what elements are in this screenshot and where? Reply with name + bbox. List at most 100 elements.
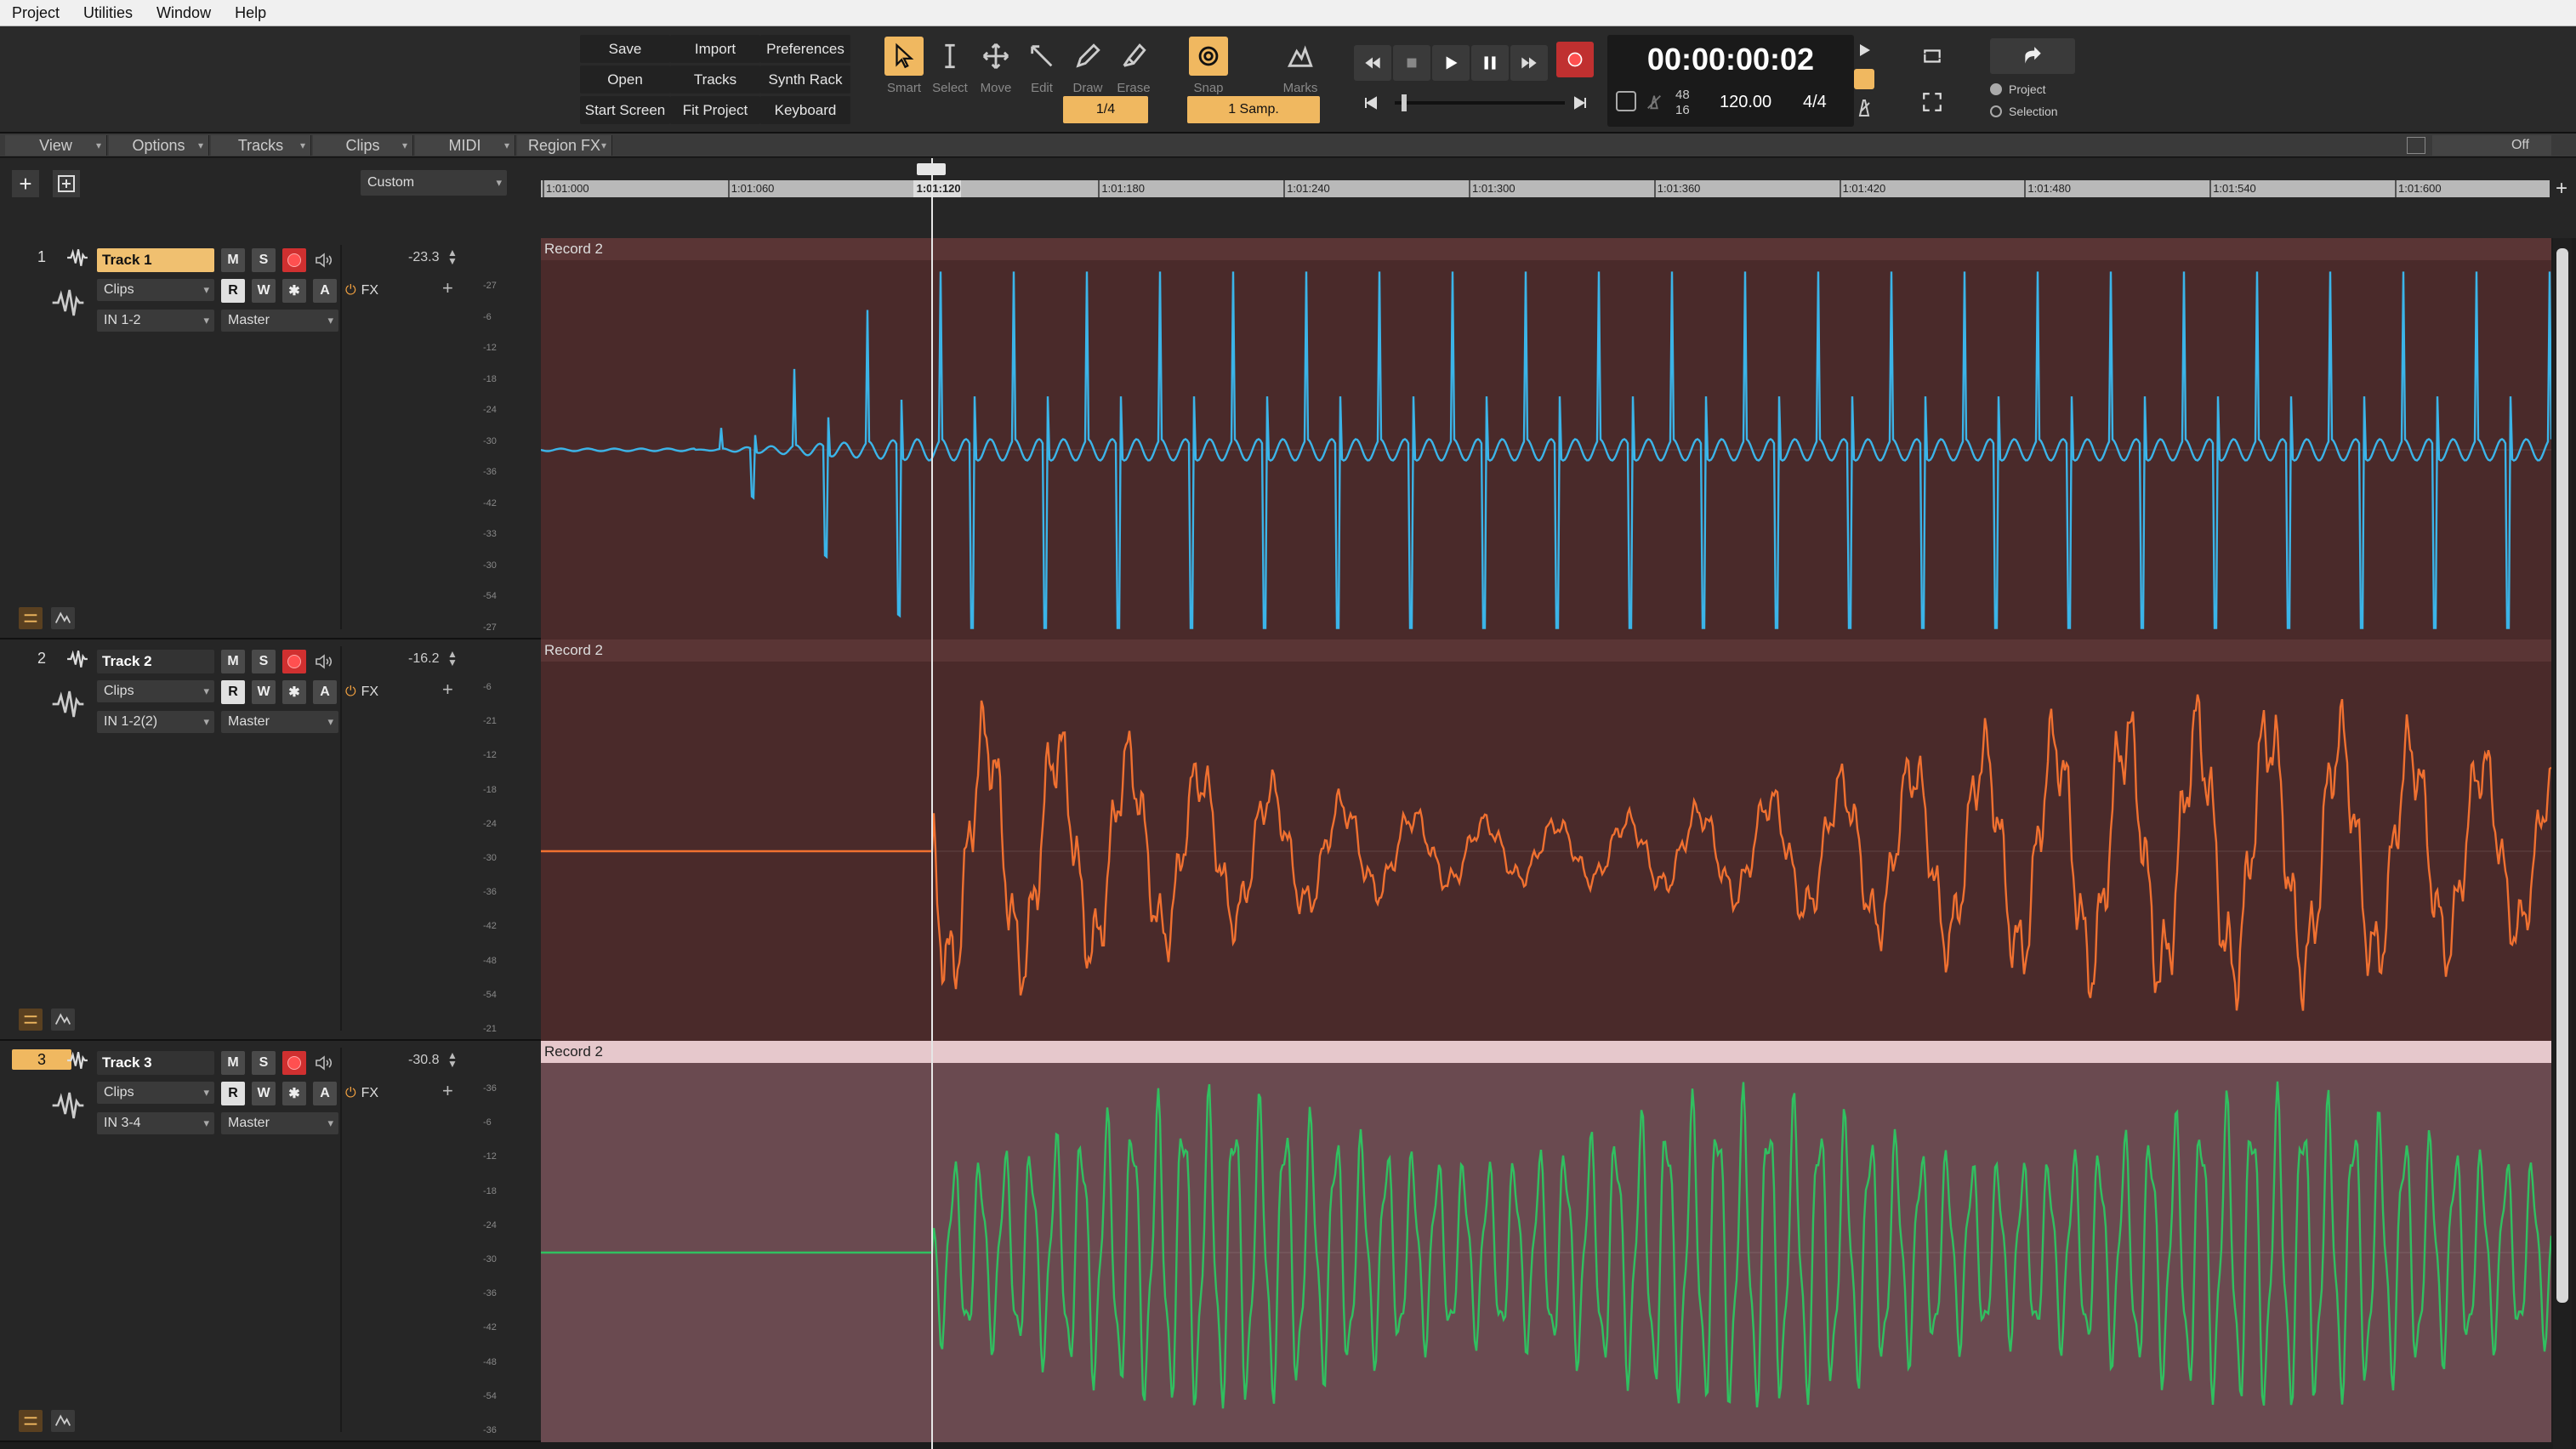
menu-help[interactable]: Help — [223, 0, 278, 26]
clip[interactable]: Record 2 — [541, 639, 2551, 1041]
rewind-button[interactable] — [1354, 45, 1391, 81]
menu-utilities[interactable]: Utilities — [71, 0, 145, 26]
clip[interactable]: Record 2 — [541, 238, 2551, 639]
start-screen-button[interactable]: Start Screen — [580, 96, 670, 124]
track-name-field[interactable]: Track 3 — [97, 1051, 214, 1075]
output-dropdown[interactable]: Master — [221, 1112, 338, 1134]
envelope-button[interactable] — [51, 1410, 75, 1432]
track-header[interactable]: 3 Track 3 MS -30.8 ▲▼ Clips RW ✱ A ⏻ FX + IN 3-4 Mast… — [0, 1041, 541, 1442]
output-dropdown[interactable]: Master — [221, 711, 338, 733]
mute-button[interactable]: M — [221, 248, 245, 272]
track-header[interactable]: 2 Track 2 MS -16.2 ▲▼ Clips RW ✱ A ⏻ FX + IN 1-2(2) M… — [0, 639, 541, 1041]
solo-button[interactable]: S — [252, 248, 276, 272]
region-fx-menu[interactable]: Region FX — [517, 135, 612, 156]
meter-display[interactable]: 4/4 — [1803, 93, 1827, 112]
track-name-field[interactable]: Track 2 — [97, 650, 214, 673]
envelope-button[interactable] — [51, 1009, 75, 1031]
snap-resolution-dropdown[interactable]: 1/4 — [1063, 96, 1148, 123]
archive-button[interactable]: A — [313, 279, 337, 303]
input-dropdown[interactable]: IN 3-4 — [97, 1112, 214, 1134]
write-automation-button[interactable]: W — [252, 279, 276, 303]
freeze-button[interactable]: ✱ — [282, 1082, 306, 1105]
fit-project-button[interactable]: Fit Project — [670, 96, 760, 124]
fx-add-icon[interactable]: + — [442, 277, 453, 299]
input-dropdown[interactable]: IN 1-2(2) — [97, 711, 214, 733]
view-menu[interactable]: View — [5, 135, 107, 156]
select-tool[interactable]: Select — [929, 37, 971, 111]
input-monitor-icon[interactable] — [313, 1053, 337, 1073]
metronome-icon[interactable] — [1854, 98, 1874, 118]
track-view-dropdown[interactable]: Clips — [97, 680, 214, 702]
play-button[interactable] — [1432, 45, 1470, 81]
track-name-field[interactable]: Track 1 — [97, 248, 214, 272]
track-volume[interactable]: -30.8 — [408, 1053, 439, 1068]
tempo-display[interactable]: 120.00 — [1720, 93, 1771, 112]
automation-lane-button[interactable] — [19, 1009, 43, 1031]
volume-spinner-icon[interactable]: ▲ ▼ — [447, 649, 458, 668]
archive-button[interactable]: A — [313, 1082, 337, 1105]
duplicate-track-button[interactable] — [53, 170, 80, 197]
save-button[interactable]: Save — [580, 35, 670, 63]
edit-tool[interactable]: Edit — [1021, 37, 1063, 111]
track-view-dropdown[interactable]: Clips — [97, 279, 214, 301]
play-small-icon[interactable] — [1854, 40, 1874, 60]
read-automation-button[interactable]: R — [221, 1082, 245, 1105]
archive-button[interactable]: A — [313, 680, 337, 704]
volume-spinner-icon[interactable]: ▲ ▼ — [447, 247, 458, 266]
import-button[interactable]: Import — [670, 35, 760, 63]
record-arm-button[interactable] — [282, 1051, 306, 1075]
scroll-lock-icon[interactable] — [2407, 137, 2425, 154]
menu-project[interactable]: Project — [0, 0, 71, 26]
tracks-button[interactable]: Tracks — [670, 65, 760, 94]
auto-punch-icon[interactable] — [1854, 69, 1874, 89]
envelope-button[interactable] — [51, 607, 75, 629]
ruler-add-icon[interactable]: + — [2551, 179, 2572, 199]
loop-button[interactable] — [1914, 38, 1951, 74]
write-automation-button[interactable]: W — [252, 680, 276, 704]
open-button[interactable]: Open — [580, 65, 670, 94]
range-project-option[interactable]: Project — [1990, 82, 2046, 96]
read-automation-button[interactable]: R — [221, 279, 245, 303]
fx-bin[interactable]: ⏻ FX — [345, 1083, 481, 1104]
playhead[interactable] — [931, 158, 933, 1449]
time-display[interactable]: 00:00:00:02 — [1607, 42, 1854, 77]
midi-menu[interactable]: MIDI — [415, 135, 515, 156]
fast-forward-button[interactable] — [1510, 45, 1548, 81]
track-header[interactable]: 1 Track 1 MS -23.3 ▲▼ Clips RW ✱ A ⏻ FX + IN 1-2 Mast… — [0, 238, 541, 639]
metronome-off-icon[interactable] — [1645, 93, 1663, 111]
time-ruler[interactable]: 1:01:000 1:01:060 1:01:120 1:01:180 1:01:240… — [541, 158, 2576, 238]
track-view-preset-dropdown[interactable]: Custom — [361, 170, 507, 196]
options-menu[interactable]: Options — [109, 135, 209, 156]
write-automation-button[interactable]: W — [252, 1082, 276, 1105]
vertical-scrollbar[interactable] — [2553, 238, 2572, 1449]
track-volume[interactable]: -16.2 — [408, 651, 439, 667]
tracks-menu[interactable]: Tracks — [211, 135, 311, 156]
track-view-dropdown[interactable]: Clips — [97, 1082, 214, 1104]
position-slider-thumb[interactable] — [1402, 94, 1407, 111]
read-automation-button[interactable]: R — [221, 680, 245, 704]
track-volume[interactable]: -23.3 — [408, 250, 439, 265]
output-dropdown[interactable]: Master — [221, 310, 338, 332]
preferences-button[interactable]: Preferences — [760, 35, 850, 63]
record-button[interactable] — [1556, 42, 1594, 77]
solo-button[interactable]: S — [252, 1051, 276, 1075]
input-monitor-icon[interactable] — [313, 250, 337, 270]
keyboard-button[interactable]: Keyboard — [760, 96, 850, 124]
freeze-button[interactable]: ✱ — [282, 279, 306, 303]
input-monitor-icon[interactable] — [313, 651, 337, 672]
fx-bin[interactable]: ⏻ FX — [345, 682, 481, 702]
view-off-dropdown[interactable]: Off — [2432, 135, 2551, 156]
input-dropdown[interactable]: IN 1-2 — [97, 310, 214, 332]
go-to-end-icon[interactable] — [1570, 93, 1590, 113]
vertical-scrollbar-thumb[interactable] — [2556, 248, 2568, 1303]
synth-rack-button[interactable]: Synth Rack — [760, 65, 850, 94]
clips-menu[interactable]: Clips — [313, 135, 413, 156]
record-arm-button[interactable] — [282, 248, 306, 272]
sync-icon[interactable] — [1616, 91, 1636, 111]
freeze-button[interactable]: ✱ — [282, 680, 306, 704]
position-slider[interactable] — [1395, 101, 1565, 105]
fx-add-icon[interactable]: + — [442, 679, 453, 701]
move-tool[interactable]: Move — [975, 37, 1017, 111]
smart-tool[interactable]: Smart — [883, 37, 925, 111]
volume-spinner-icon[interactable]: ▲ ▼ — [447, 1050, 458, 1069]
